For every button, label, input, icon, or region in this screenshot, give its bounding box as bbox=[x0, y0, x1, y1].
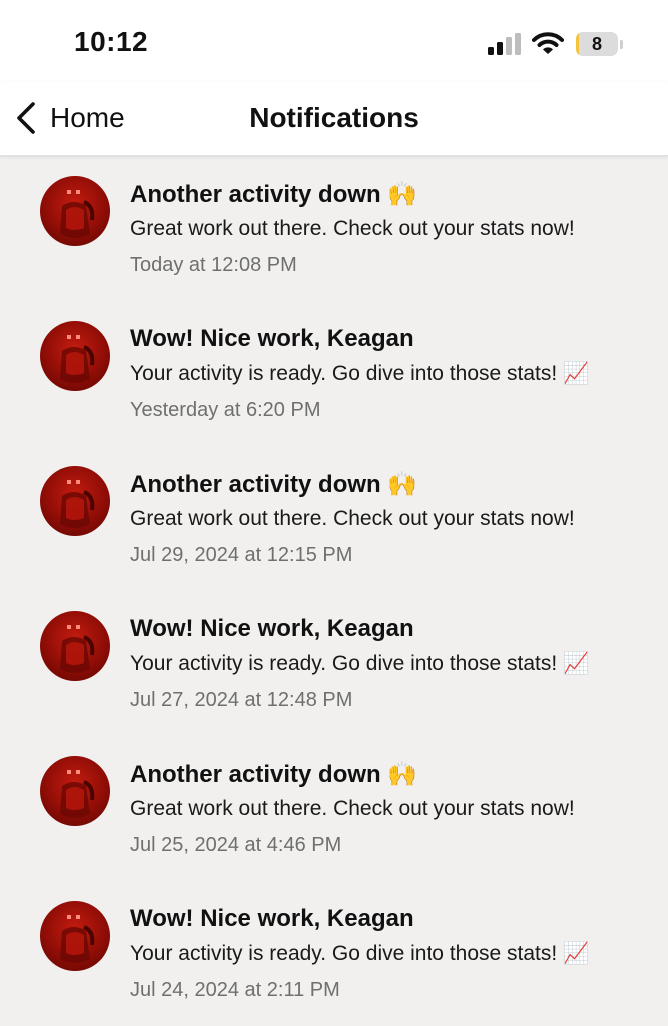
notification-item[interactable]: Wow! Nice work, Keagan Your activity is … bbox=[0, 881, 668, 1026]
notification-title: Wow! Nice work, Keagan bbox=[130, 615, 414, 642]
notification-body: Great work out there. Check out your sta… bbox=[130, 217, 575, 240]
signal-icon bbox=[488, 33, 521, 55]
avatar bbox=[40, 901, 110, 971]
avatar-photo bbox=[60, 480, 95, 528]
notification-body: Great work out there. Check out your sta… bbox=[130, 507, 575, 530]
status-bar: 10:12 8 bbox=[0, 0, 668, 82]
notification-item[interactable]: Another activity down 🙌 Great work out t… bbox=[0, 156, 668, 301]
notification-item[interactable]: Wow! Nice work, Keagan Your activity is … bbox=[0, 591, 668, 736]
avatar-photo bbox=[60, 770, 95, 818]
notification-title: Wow! Nice work, Keagan bbox=[130, 325, 414, 352]
notification-title: Wow! Nice work, Keagan bbox=[130, 905, 414, 932]
avatar bbox=[40, 321, 110, 391]
notification-title: Another activity down 🙌 bbox=[130, 181, 418, 208]
avatar bbox=[40, 756, 110, 826]
avatar bbox=[40, 176, 110, 246]
notification-title: Another activity down 🙌 bbox=[130, 471, 418, 498]
notification-item[interactable]: Another activity down 🙌 Great work out t… bbox=[0, 736, 668, 881]
notification-body: Your activity is ready. Go dive into tho… bbox=[130, 362, 590, 385]
notification-timestamp: Jul 24, 2024 at 2:11 PM bbox=[130, 979, 340, 1001]
avatar-photo bbox=[60, 625, 95, 673]
battery-icon: 8 bbox=[576, 32, 618, 56]
notification-timestamp: Jul 25, 2024 at 4:46 PM bbox=[130, 834, 342, 856]
page-title: Notifications bbox=[249, 102, 419, 133]
battery-level: 8 bbox=[591, 34, 602, 54]
notification-item[interactable]: Wow! Nice work, Keagan Your activity is … bbox=[0, 301, 668, 446]
notification-item[interactable]: Another activity down 🙌 Great work out t… bbox=[0, 446, 668, 591]
avatar bbox=[40, 466, 110, 536]
avatar-photo bbox=[60, 190, 95, 238]
battery-cap bbox=[620, 40, 623, 49]
notification-body: Your activity is ready. Go dive into tho… bbox=[130, 942, 590, 965]
notification-title: Another activity down 🙌 bbox=[130, 761, 418, 788]
avatar-photo bbox=[60, 915, 95, 963]
notification-timestamp: Jul 29, 2024 at 12:15 PM bbox=[130, 544, 353, 566]
notification-body: Great work out there. Check out your sta… bbox=[130, 797, 575, 820]
notification-body: Your activity is ready. Go dive into tho… bbox=[130, 652, 590, 675]
notification-timestamp: Yesterday at 6:20 PM bbox=[130, 399, 321, 421]
clock: 10:12 bbox=[74, 26, 149, 57]
nav-bar: Home Notifications bbox=[0, 82, 668, 156]
notification-timestamp: Today at 12:08 PM bbox=[130, 254, 297, 276]
wifi-icon bbox=[532, 32, 564, 54]
notification-list: Another activity down 🙌 Great work out t… bbox=[0, 156, 668, 1026]
avatar-photo bbox=[60, 335, 95, 383]
notification-timestamp: Jul 27, 2024 at 12:48 PM bbox=[130, 689, 353, 711]
avatar bbox=[40, 611, 110, 681]
